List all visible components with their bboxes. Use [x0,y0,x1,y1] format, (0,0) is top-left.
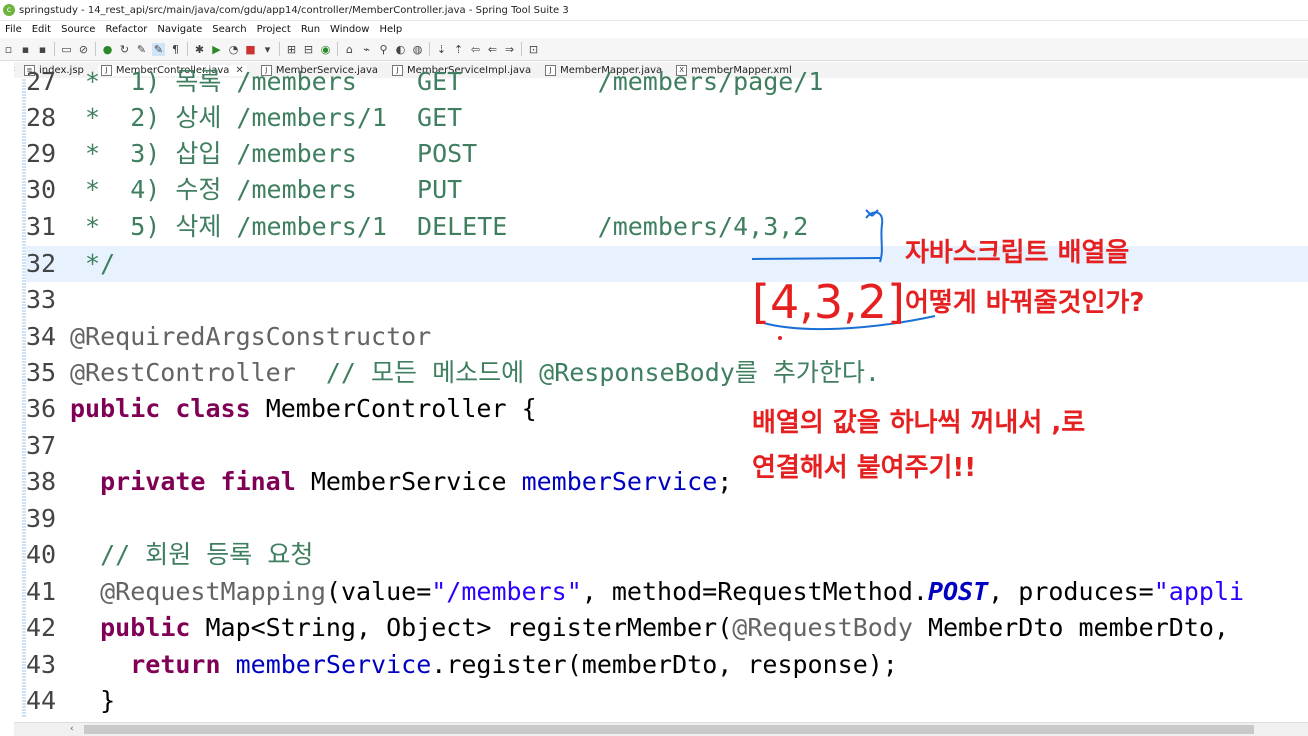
toolbar-separator [279,42,280,56]
code-line: 33 [26,285,57,314]
skip-breakpoints-icon[interactable]: ⊘ [77,43,90,56]
code-line: 30 * 4) 수정 /members PUT [26,175,463,204]
menu-help[interactable]: Help [379,24,402,35]
scroll-left-icon[interactable]: ‹ [70,723,74,736]
annotation-answer-line1: 배열의 값을 하나씩 꺼내서 ,로 [752,408,1086,438]
menu-search[interactable]: Search [212,24,246,35]
spring-boot-icon[interactable]: ● [101,43,114,56]
coverage-icon[interactable]: ◔ [227,43,240,56]
external-tools-icon[interactable]: ▾ [261,43,274,56]
new-class-icon[interactable]: ◉ [319,43,332,56]
code-line: 29 * 3) 삽입 /members POST [26,139,478,168]
debug-icon[interactable]: ✱ [193,43,206,56]
code-line: 35 @RestController // 모든 메소드에 @ResponseBo… [26,358,880,387]
previous-annotation-icon[interactable]: ⇡ [452,43,465,56]
toolbar-separator [521,42,522,56]
code-line: 42 public Map<String, Object> registerMe… [26,613,1245,642]
menu-navigate[interactable]: Navigate [157,24,202,35]
globe-icon[interactable]: ◍ [411,43,424,56]
code-line: 39 [26,504,57,533]
highlight-icon[interactable]: ✎ [152,42,165,56]
run-icon[interactable]: ▶ [210,43,223,56]
code-line: 43 return memberService.register(memberD… [26,650,898,679]
code-line: 32 */ [26,249,116,278]
code-line: 38 private final MemberService memberSer… [26,467,733,496]
title-bar: c springstudy - 14_rest_api/src/main/jav… [0,0,1308,21]
scrollbar-thumb[interactable] [84,725,1254,734]
toggle-mark-icon[interactable]: ◐ [394,43,407,56]
annotation-question-line1: 자바스크립트 배열을 [905,238,1130,268]
new-java-project-icon[interactable]: ⊞ [285,43,298,56]
menu-window[interactable]: Window [330,24,369,35]
pin-icon[interactable]: ✎ [135,43,148,56]
menu-refactor[interactable]: Refactor [105,24,147,35]
stop-icon[interactable]: ■ [244,43,257,56]
code-line: 27 * 1) 목록 /members GET /members/page/1 [26,67,824,96]
new-icon[interactable]: ▫ [2,43,15,56]
left-trim [0,62,14,722]
search-icon[interactable]: ⚲ [377,43,390,56]
annotation-array: [4,3,2] [752,275,905,329]
menu-edit[interactable]: Edit [32,24,51,35]
next-annotation-icon[interactable]: ⇣ [435,43,448,56]
open-perspective-icon[interactable]: ⊡ [527,43,540,56]
open-task-icon[interactable]: ⌁ [360,43,373,56]
toolbar-separator [337,42,338,56]
code-line: 40 // 회원 등록 요청 [26,540,314,569]
code-line: 37 [26,431,57,460]
toolbar-separator [54,42,55,56]
toolbar-separator [429,42,430,56]
menu-source[interactable]: Source [61,24,95,35]
save-icon[interactable]: ▪ [19,43,32,56]
window-title: springstudy - 14_rest_api/src/main/java/… [19,4,569,16]
menu-project[interactable]: Project [257,24,291,35]
code-line: 31 * 5) 삭제 /members/1 DELETE /members/4,… [26,212,809,241]
back-icon[interactable]: ⇐ [486,43,499,56]
toolbar-separator [187,42,188,56]
menu-run[interactable]: Run [301,24,320,35]
last-edit-icon[interactable]: ⇦ [469,43,482,56]
menu-bar: File Edit Source Refactor Navigate Searc… [0,20,1308,38]
annotation-question-line2: 어떻게 바꿔줄것인가? [905,288,1145,318]
annotation-answer-line2: 연결해서 붙여주기!! [752,453,977,483]
new-package-icon[interactable]: ⊟ [302,43,315,56]
code-editor[interactable]: 27 * 1) 목록 /members GET /members/page/1 … [26,64,1308,722]
refresh-icon[interactable]: ↻ [118,43,131,56]
code-line: 34 @RequiredArgsConstructor [26,322,432,351]
forward-icon[interactable]: ⇒ [503,43,516,56]
code-line: 44 } [26,686,116,715]
code-line: 36 public class MemberController { [26,394,537,423]
code-line: 41 @RequestMapping(value="/members", met… [26,577,1245,606]
save-all-icon[interactable]: ▪ [36,43,49,56]
toolbar: ▫ ▪ ▪ ▭ ⊘ ● ↻ ✎ ✎ ¶ ✱ ▶ ◔ ■ ▾ ⊞ ⊟ ◉ ⌂ ⌁ … [0,38,1308,61]
open-type-icon[interactable]: ⌂ [343,43,356,56]
show-whitespace-icon[interactable]: ¶ [169,43,182,56]
toolbar-separator [95,42,96,56]
print-icon[interactable]: ▭ [60,43,73,56]
horizontal-scrollbar[interactable]: ‹ [14,722,1308,736]
menu-file[interactable]: File [5,24,22,35]
code-line: 28 * 2) 상세 /members/1 GET [26,103,463,132]
spring-tool-suite-icon: c [3,4,15,16]
